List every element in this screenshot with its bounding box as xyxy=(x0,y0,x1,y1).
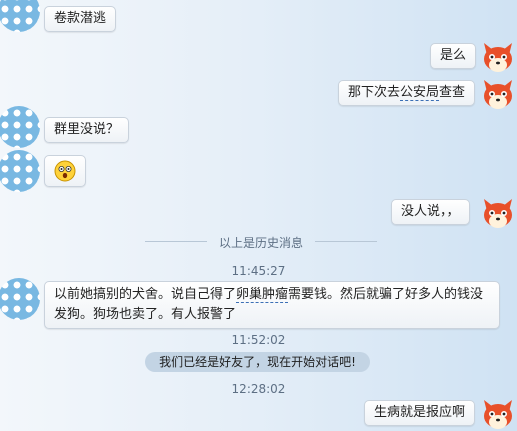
message-bubble-incoming[interactable]: 卷款潜逃 xyxy=(44,6,117,32)
message-text-part: 以前她搞别的犬舍。说自己得了 xyxy=(54,287,237,302)
friend-added-notice: 我们已经是好友了，现在开始对话吧! xyxy=(145,352,370,372)
message-bubble-outgoing[interactable]: 没人说，， xyxy=(391,199,470,225)
contact-avatar[interactable] xyxy=(0,150,40,192)
fox-avatar-icon[interactable] xyxy=(481,40,515,74)
message-bubble-incoming[interactable] xyxy=(44,155,86,187)
message-text: 卷款潜逃 xyxy=(54,11,107,26)
history-divider: 以上是历史消息 xyxy=(145,234,377,250)
message-text: 没人说，， xyxy=(401,204,460,219)
message-text: 生病就是报应啊 xyxy=(374,405,466,420)
shocked-face-icon xyxy=(54,160,76,182)
message-bubble-outgoing[interactable]: 那下次去公安局查查 xyxy=(338,80,476,106)
message-text: 是么 xyxy=(440,48,467,63)
message-bubble-incoming[interactable]: 以前她搞别的犬舍。说自己得了卵巢肿瘤需要钱。然后就骗了好多人的钱没发狗。狗场也卖… xyxy=(44,281,500,329)
message-text-part: 那下次去 xyxy=(348,85,401,100)
timestamp: 11:45:27 xyxy=(231,264,286,278)
contact-avatar[interactable] xyxy=(0,0,40,32)
contact-avatar[interactable] xyxy=(0,278,40,320)
contact-avatar[interactable] xyxy=(0,106,40,148)
message-bubble-incoming[interactable]: 群里没说？ xyxy=(44,117,130,143)
timestamp: 12:28:02 xyxy=(231,382,286,396)
message-bubble-outgoing[interactable]: 生病就是报应啊 xyxy=(364,400,476,426)
fox-avatar-icon[interactable] xyxy=(481,397,515,431)
message-keyword-link[interactable]: 公安局 xyxy=(400,85,440,101)
fox-avatar-icon[interactable] xyxy=(481,77,515,111)
message-keyword-link[interactable]: 卵巢肿瘤 xyxy=(236,287,289,303)
timestamp: 11:52:02 xyxy=(231,333,286,347)
history-divider-label: 以上是历史消息 xyxy=(218,236,303,250)
message-bubble-outgoing[interactable]: 是么 xyxy=(430,43,477,69)
fox-avatar-icon[interactable] xyxy=(481,196,515,230)
message-text: 群里没说？ xyxy=(54,122,120,137)
message-text-part: 查查 xyxy=(439,85,466,100)
